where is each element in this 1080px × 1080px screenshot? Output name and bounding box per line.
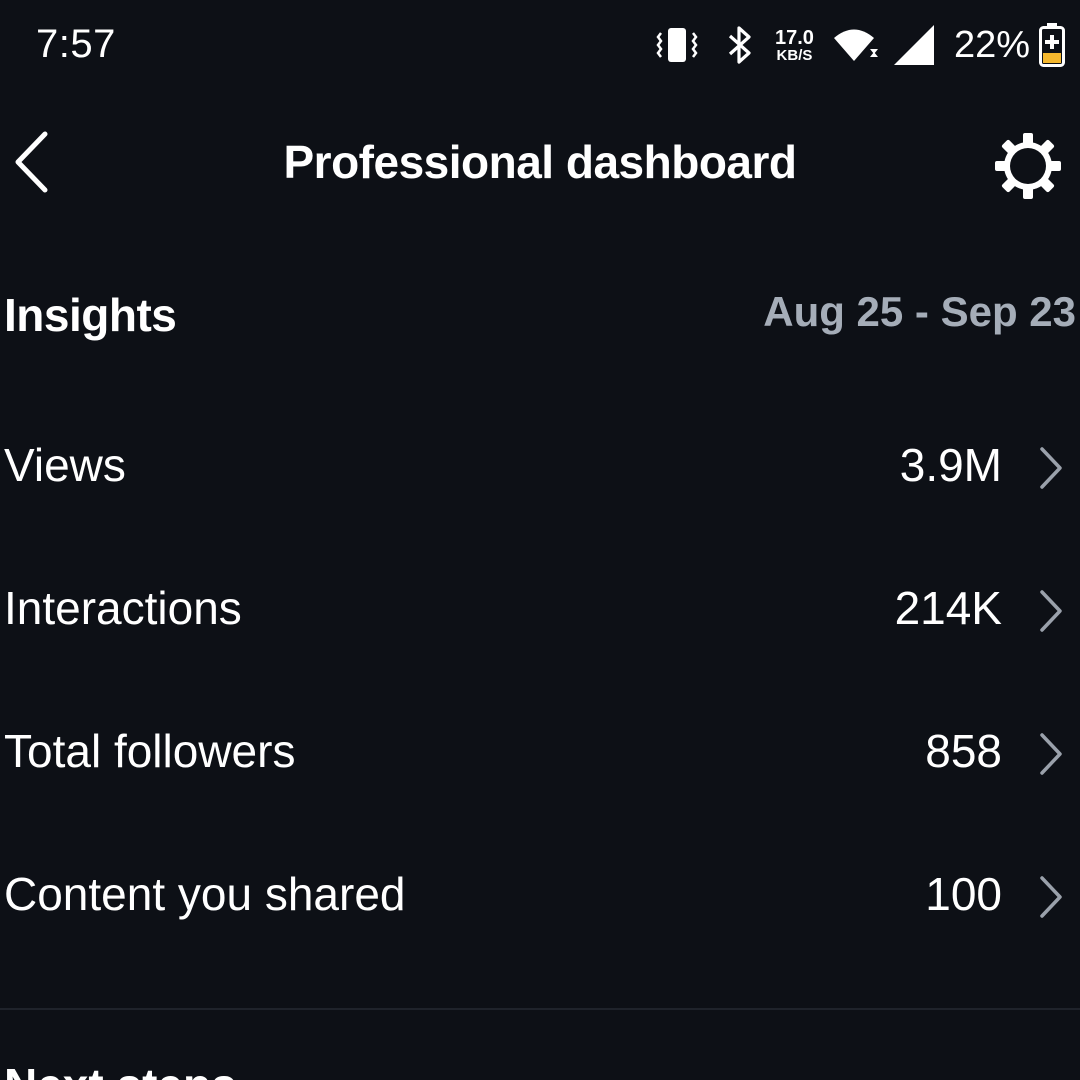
network-speed: 17.0 KB/S	[775, 28, 814, 63]
network-speed-unit: KB/S	[776, 46, 813, 64]
page-title: Professional dashboard	[283, 136, 797, 188]
metric-value: 3.9M	[899, 439, 1002, 491]
vibrate-icon	[655, 25, 699, 65]
metric-label: Total followers	[4, 725, 296, 777]
signal-icon	[892, 23, 936, 67]
status-time: 7:57	[36, 22, 116, 66]
metric-value: 858	[925, 725, 1002, 777]
battery-charging-icon	[1038, 22, 1066, 68]
bluetooth-icon	[725, 25, 755, 65]
metric-row-views[interactable]: Views 3.9M	[0, 412, 1080, 522]
next-steps-title: Next steps	[4, 1058, 237, 1080]
metric-row-total-followers[interactable]: Total followers 858	[0, 698, 1080, 808]
chevron-right-icon	[1036, 875, 1066, 919]
status-icons: 17.0 KB/S 22%	[655, 18, 1066, 72]
insights-title: Insights	[4, 289, 177, 341]
gear-icon	[995, 133, 1061, 199]
battery-percent: 22%	[953, 23, 1030, 66]
metric-label: Interactions	[4, 582, 242, 634]
network-speed-value: 17.0	[775, 26, 814, 49]
insights-header: Insights Aug 25 - Sep 23	[0, 282, 1080, 352]
status-bar: 7:57 17.0 KB/S 22%	[0, 0, 1080, 90]
chevron-right-icon	[1036, 446, 1066, 490]
metric-row-content-shared[interactable]: Content you shared 100	[0, 841, 1080, 951]
metric-value: 214K	[894, 582, 1002, 634]
section-divider	[0, 1008, 1080, 1010]
metric-label: Views	[4, 439, 126, 491]
settings-button[interactable]	[992, 130, 1064, 202]
wifi-icon	[832, 25, 880, 65]
metric-value: 100	[925, 868, 1002, 920]
chevron-right-icon	[1036, 732, 1066, 776]
header: Professional dashboard	[0, 108, 1080, 218]
metric-label: Content you shared	[4, 868, 406, 920]
date-range[interactable]: Aug 25 - Sep 23	[763, 288, 1076, 336]
screen: 7:57 17.0 KB/S 22% Professional dashboar…	[0, 0, 1080, 1080]
metric-row-interactions[interactable]: Interactions 214K	[0, 555, 1080, 665]
chevron-right-icon	[1036, 589, 1066, 633]
